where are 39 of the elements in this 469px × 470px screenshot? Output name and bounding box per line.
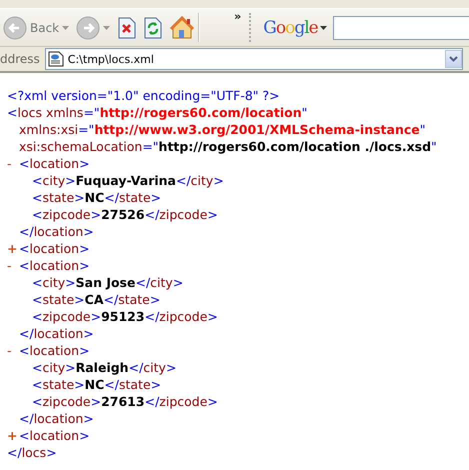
address-field[interactable]: C:\tmp\locs.xml xyxy=(44,48,463,70)
google-logo-button[interactable]: Google xyxy=(257,18,329,38)
xml-page-icon xyxy=(48,51,64,67)
xml-line: </location> xyxy=(19,325,94,342)
xml-line: <location> xyxy=(19,427,90,444)
expand-toggle[interactable]: - xyxy=(7,342,12,359)
caret-icon xyxy=(320,26,327,30)
xml-line: <city>San Jose</city> xyxy=(32,274,184,291)
xml-line: <location> xyxy=(19,342,90,359)
xml-line: <locs xmlns="http://rogers60.com/location" xyxy=(7,104,308,121)
caret-icon[interactable] xyxy=(62,26,70,30)
chevron-down-icon xyxy=(449,56,458,62)
xml-line: <zipcode>27613</zipcode> xyxy=(32,393,218,410)
xml-line: <location> xyxy=(19,257,90,274)
xml-line: xmlns:xsi="http://www.w3.org/2001/XMLSchema-instance" xyxy=(19,121,426,138)
xml-line: </location> xyxy=(19,223,94,240)
dropdown-button[interactable] xyxy=(445,50,462,68)
xml-line: <location> xyxy=(19,155,90,172)
xml-line: <zipcode>27526</zipcode> xyxy=(32,206,218,223)
xml-line: <city>Raleigh</city> xyxy=(32,359,176,376)
xml-line: <state>NC</state> xyxy=(32,189,162,206)
expand-toggle[interactable]: + xyxy=(7,427,18,444)
address-label: ddress xyxy=(0,52,40,66)
search-field[interactable] xyxy=(332,16,469,40)
caret-icon[interactable] xyxy=(103,26,110,30)
back-button[interactable]: Back xyxy=(0,12,62,44)
xml-line: <state>CA</state> xyxy=(32,291,160,308)
expand-toggle[interactable]: + xyxy=(7,240,18,257)
xml-line: xsi:schemaLocation="http://rogers60.com/location ./locs.xsd" xyxy=(19,138,437,155)
xml-line: <?xml version="1.0" encoding="UTF-8" ?> xyxy=(7,87,280,104)
xml-line: <state>NC</state> xyxy=(32,376,162,393)
expand-toggle[interactable]: - xyxy=(7,257,12,274)
xml-line: </locs> xyxy=(7,444,57,461)
xml-line: <city>Fuquay-Varina</city> xyxy=(32,172,224,189)
expand-toggle[interactable]: - xyxy=(7,155,12,172)
xml-line: </location> xyxy=(19,410,94,427)
xml-line: <location> xyxy=(19,240,90,257)
more-button[interactable]: » xyxy=(234,10,242,23)
xml-line: <zipcode>95123</zipcode> xyxy=(32,308,218,325)
